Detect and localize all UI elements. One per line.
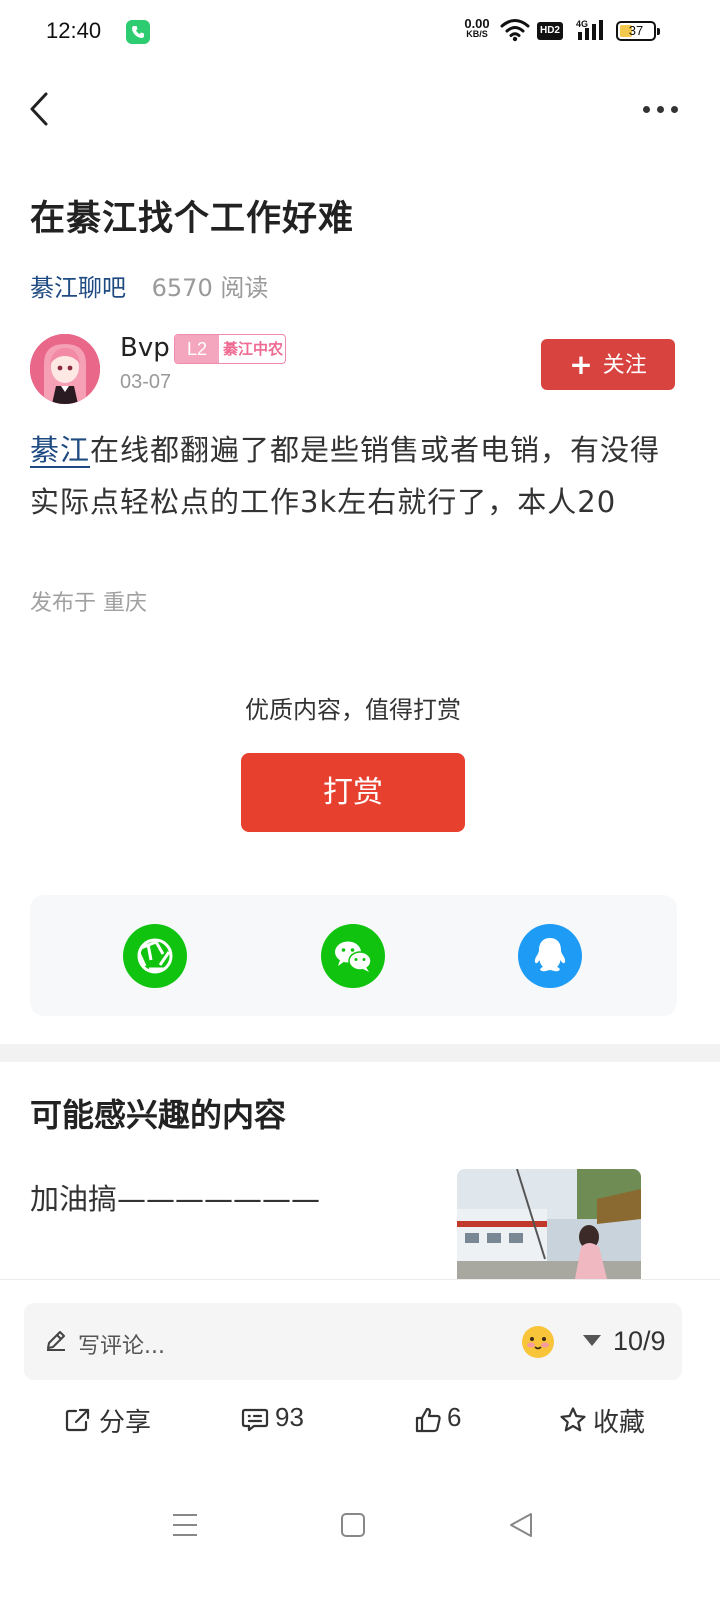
reward-button[interactable]: 打赏 <box>241 753 465 832</box>
share-icon <box>65 1408 90 1432</box>
share-panel <box>30 895 677 1016</box>
back-button[interactable] <box>22 88 62 132</box>
status-bar: 12:40 0.00 KB/S HD2 4G 37 <box>0 0 720 64</box>
comment-action-button[interactable]: 93 <box>241 1400 321 1440</box>
battery-level: 37 <box>628 23 644 38</box>
body-text: 在线都翻遍了都是些销售或者电销，有没得实际点轻松点的工作3k左右就行了，本人20 <box>30 433 661 519</box>
read-count: 6570 阅读 <box>151 274 269 302</box>
plus-icon: + <box>569 348 593 381</box>
battery-icon: 37 <box>616 21 660 41</box>
recommendation-item-title[interactable]: 加油搞——————— <box>30 1176 320 1218</box>
post-title: 在綦江找个工作好难 <box>30 199 355 239</box>
favorite-label: 收藏 <box>593 1408 646 1438</box>
more-options-button[interactable] <box>638 98 682 122</box>
comment-placeholder: 写评论... <box>78 1334 165 1359</box>
post-body: 綦江在线都翻遍了都是些销售或者电销，有没得实际点轻松点的工作3k左右就行了，本人… <box>30 424 690 528</box>
signal-icon: 4G <box>576 19 603 40</box>
post-meta: 綦江聊吧 6570 阅读 <box>30 268 268 303</box>
comment-icon <box>241 1408 269 1432</box>
follow-label: 关注 <box>602 353 647 378</box>
recommendation-thumbnail[interactable] <box>457 1169 641 1279</box>
star-icon <box>560 1407 586 1432</box>
emoji-icon[interactable] <box>519 1322 557 1360</box>
share-action-button[interactable]: 分享 <box>64 1400 164 1440</box>
author-name[interactable]: Bvp <box>120 333 170 363</box>
share-label: 分享 <box>99 1408 152 1438</box>
favorite-action-button[interactable]: 收藏 <box>559 1400 659 1440</box>
comment-count: 93 <box>275 1402 304 1432</box>
follow-button[interactable]: + 关注 <box>541 339 675 390</box>
home-icon[interactable] <box>340 1512 366 1538</box>
section-divider <box>0 1044 720 1062</box>
post-location: 发布于 重庆 <box>30 591 147 616</box>
pencil-icon <box>47 1331 65 1351</box>
wifi-icon <box>500 19 530 42</box>
back-arrow-icon <box>30 92 48 126</box>
page-indicator[interactable]: 10/9 <box>613 1326 666 1357</box>
badge-name: 綦江中农 <box>222 340 283 358</box>
wechat-icon[interactable] <box>321 924 385 988</box>
like-count: 6 <box>447 1402 462 1432</box>
level-label: L2 <box>175 335 219 363</box>
call-indicator-icon <box>126 20 150 44</box>
reward-hint: 优质内容，值得打赏 <box>245 696 461 724</box>
moments-icon[interactable] <box>123 924 187 988</box>
qq-icon[interactable] <box>518 924 582 988</box>
hd-voice-icon: HD2 <box>537 22 563 40</box>
back-triangle-icon[interactable] <box>508 1511 534 1539</box>
network-speed: 0.00 KB/S <box>464 16 490 39</box>
more-dots-icon <box>643 106 650 113</box>
like-action-button[interactable]: 6 <box>414 1400 474 1440</box>
forum-link[interactable]: 綦江聊吧 <box>30 274 126 302</box>
network-type-label: 4G <box>576 19 588 29</box>
menu-icon[interactable] <box>171 1512 199 1538</box>
body-keyword-link[interactable]: 綦江 <box>30 433 90 467</box>
thumbs-up-icon <box>415 1407 441 1433</box>
recommendations-title: 可能感兴趣的内容 <box>30 1096 287 1134</box>
level-badge: L2 綦江中农 <box>174 334 286 364</box>
status-time: 12:40 <box>46 18 102 43</box>
system-navigation-bar <box>0 1480 720 1600</box>
post-date: 03-07 <box>120 371 172 393</box>
page-dropdown-icon[interactable] <box>583 1335 601 1346</box>
author-avatar[interactable] <box>30 334 100 404</box>
